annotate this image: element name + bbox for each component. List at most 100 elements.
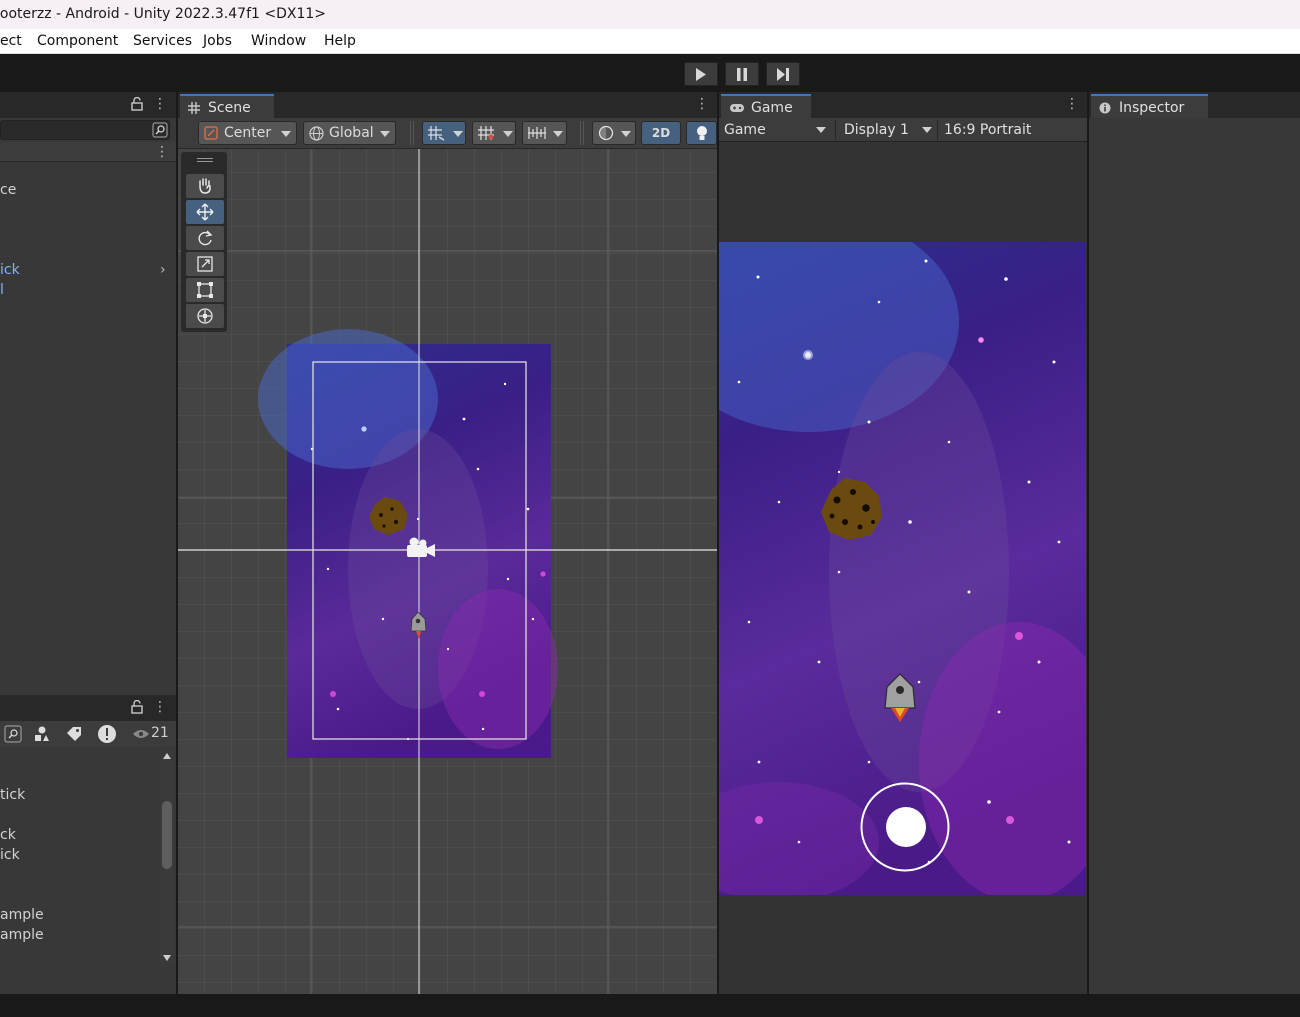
search-popout-icon[interactable] (4, 725, 22, 743)
panel-divider[interactable] (176, 92, 178, 994)
increment-snap-icon (528, 127, 546, 139)
game-view-label: Game (724, 122, 766, 138)
menu-services[interactable]: Services (133, 29, 192, 54)
globe-icon (309, 126, 324, 141)
pivot-icon (204, 126, 218, 140)
game-view-dropdown[interactable]: Game (724, 118, 832, 142)
project-scrollbar[interactable] (160, 751, 174, 965)
move-arrows-icon (196, 203, 214, 221)
scroll-up-icon[interactable] (163, 753, 171, 759)
rect-tool-button[interactable] (186, 278, 224, 302)
grid-snap-icon (428, 126, 445, 141)
grid-visibility-dropdown[interactable] (472, 121, 516, 145)
aspect-dropdown[interactable]: 16:9 Portrait (944, 118, 1084, 142)
tab-scene-label: Scene (208, 100, 251, 116)
scrollbar-thumb[interactable] (162, 801, 172, 869)
project-tabbar: ⋮ (0, 695, 176, 721)
main-toolbar (0, 54, 1300, 92)
chevron-down-icon (816, 127, 826, 133)
step-button[interactable] (766, 62, 800, 86)
grid-icon (478, 126, 494, 140)
pivot-dropdown[interactable]: Center (198, 121, 297, 145)
display-label: Display 1 (844, 122, 909, 138)
increment-snap-dropdown[interactable] (522, 121, 567, 145)
menu-help[interactable]: Help (324, 29, 356, 54)
window-title: nooterzz - Android - Unity 2022.3.47f1 <… (0, 6, 327, 22)
game-render[interactable] (719, 242, 1086, 895)
pivot-label: Center (224, 125, 272, 141)
kebab-menu-icon[interactable]: ⋮ (153, 96, 167, 112)
tab-inspector[interactable]: Inspector (1091, 94, 1208, 118)
kebab-menu-icon[interactable]: ⋮ (155, 144, 169, 160)
hierarchy-panel: ⋮ ⋮ ce ick › l (0, 92, 176, 695)
search-popout-icon[interactable] (152, 122, 168, 138)
eye-hidden-icon[interactable] (132, 728, 150, 740)
tab-scene[interactable]: Scene (180, 94, 274, 118)
inspector-tabbar: Inspector (1089, 92, 1300, 118)
move-tool-button[interactable] (186, 200, 224, 224)
aspect-label: 16:9 Portrait (944, 122, 1032, 138)
info-icon (1099, 102, 1111, 114)
rotate-tool-button[interactable] (186, 226, 224, 250)
pause-button[interactable] (725, 62, 759, 86)
overlay-drag-handle[interactable] (197, 158, 213, 162)
kebab-menu-icon[interactable]: ⋮ (695, 96, 709, 112)
background-sprite[interactable] (258, 329, 558, 758)
hand-tool-button[interactable] (186, 174, 224, 198)
project-item[interactable]: ick (0, 847, 20, 863)
menu-project[interactable]: ect (0, 29, 22, 54)
lock-icon[interactable] (131, 97, 143, 111)
chevron-down-icon (553, 131, 563, 137)
snap-grid-dropdown[interactable] (422, 121, 466, 145)
tab-game[interactable]: Game (721, 94, 811, 118)
scene-canvas[interactable] (178, 149, 717, 994)
toolbar-divider (835, 120, 836, 140)
chevron-right-icon[interactable]: › (160, 262, 166, 278)
scene-viewport[interactable] (178, 149, 717, 994)
display-dropdown[interactable]: Display 1 (844, 118, 939, 142)
scale-icon (197, 256, 213, 272)
scroll-down-icon[interactable] (163, 955, 171, 961)
filter-type-icon[interactable] (33, 725, 51, 743)
kebab-menu-icon[interactable]: ⋮ (153, 699, 167, 715)
rotate-icon (198, 230, 213, 246)
project-item[interactable]: ck (0, 827, 16, 843)
hierarchy-item[interactable]: l (0, 282, 4, 298)
chevron-down-icon (380, 131, 390, 137)
panel-divider[interactable] (1087, 92, 1089, 994)
menu-jobs[interactable]: Jobs (203, 29, 232, 54)
menu-window[interactable]: Window (251, 29, 306, 54)
lock-icon[interactable] (131, 700, 143, 714)
project-item[interactable]: ample (0, 907, 44, 923)
project-item[interactable]: tick (0, 787, 25, 803)
shading-sphere-icon (598, 125, 614, 141)
label-tag-icon[interactable] (65, 725, 83, 743)
space-dropdown[interactable]: Global (303, 121, 396, 145)
play-button[interactable] (684, 62, 718, 86)
chevron-down-icon (621, 131, 631, 137)
lighting-toggle-button[interactable] (686, 121, 717, 145)
chevron-down-icon (453, 131, 463, 137)
panel-divider[interactable] (717, 92, 719, 994)
transform-tool-button[interactable] (186, 304, 224, 328)
menu-component[interactable]: Component (37, 29, 118, 54)
scale-tool-button[interactable] (186, 252, 224, 276)
hierarchy-search-input[interactable] (0, 120, 170, 140)
game-toolbar: Game Display 1 16:9 Portrait (719, 118, 1087, 142)
lightbulb-icon (697, 126, 707, 140)
game-panel: Game ⋮ Game Display 1 16:9 Portrait (719, 92, 1087, 994)
hierarchy-item[interactable]: ick (0, 262, 20, 278)
hierarchy-item[interactable]: ce (0, 182, 16, 198)
warning-icon[interactable] (97, 724, 117, 744)
grid-hash-icon (188, 102, 200, 114)
window-title-bar: nooterzz - Android - Unity 2022.3.47f1 <… (0, 0, 1300, 29)
toggle-2d-button[interactable]: 2D (641, 121, 681, 145)
gamepad-icon (730, 104, 744, 112)
chevron-down-icon (503, 131, 513, 137)
tab-game-label: Game (751, 100, 793, 116)
draw-mode-dropdown[interactable] (592, 121, 636, 145)
kebab-menu-icon[interactable]: ⋮ (1065, 96, 1079, 112)
game-viewport[interactable] (719, 142, 1087, 994)
tab-inspector-label: Inspector (1119, 100, 1185, 116)
project-item[interactable]: ample (0, 927, 44, 943)
